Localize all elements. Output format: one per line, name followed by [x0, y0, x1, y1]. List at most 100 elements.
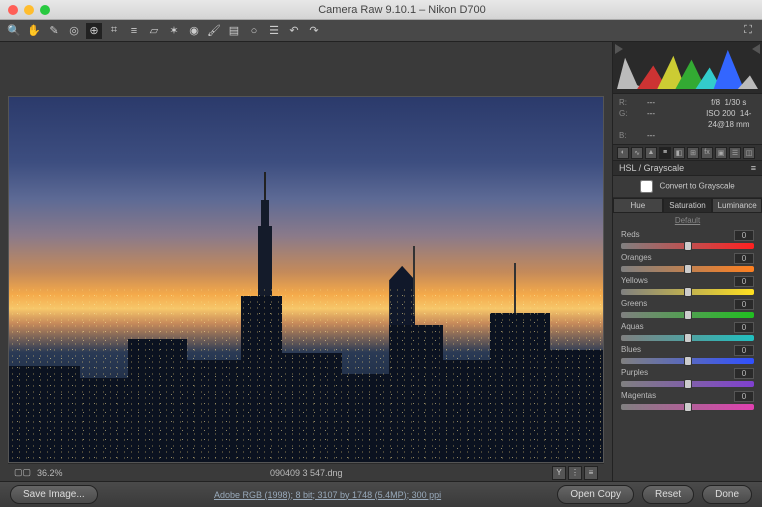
slider-track[interactable] — [621, 358, 754, 364]
zoom-window-button[interactable] — [40, 5, 50, 15]
side-panel: R: --- f/8 1/30 s G: --- ISO 200 14-24@1… — [612, 42, 762, 481]
filmstrip-toggle-icon[interactable]: ▢▢ — [14, 467, 31, 478]
default-link[interactable]: Default — [613, 213, 762, 228]
rotate-cw-icon[interactable]: ↷ — [306, 23, 322, 39]
detail-tab-icon[interactable]: ▲ — [645, 147, 657, 159]
spot-removal-tool-icon[interactable]: ✶ — [166, 23, 182, 39]
b-value: --- — [647, 130, 702, 141]
convert-grayscale-row[interactable]: Convert to Grayscale — [613, 176, 762, 198]
slider-thumb[interactable] — [684, 287, 692, 297]
lens-tab-icon[interactable]: ⊞ — [687, 147, 699, 159]
slider-thumb[interactable] — [684, 379, 692, 389]
shutter-value: 1/30 s — [725, 98, 747, 107]
zoom-level[interactable]: 36.2% — [37, 468, 63, 478]
panel-menu-icon[interactable]: ≡ — [751, 163, 756, 173]
histogram[interactable] — [613, 42, 762, 94]
slider-row-purples: Purples0 — [621, 368, 754, 387]
rating-button[interactable]: ⋮ — [568, 466, 582, 480]
slider-thumb[interactable] — [684, 356, 692, 366]
curve-tab-icon[interactable]: ∿ — [631, 147, 643, 159]
color-sampler-tool-icon[interactable]: ◎ — [66, 23, 82, 39]
slider-track[interactable] — [621, 243, 754, 249]
slider-value[interactable]: 0 — [734, 391, 754, 402]
slider-row-oranges: Oranges 0 — [621, 253, 754, 272]
open-copy-button[interactable]: Open Copy — [557, 485, 634, 504]
crop-tool-icon[interactable]: ⌗ — [106, 23, 122, 39]
saturation-tab[interactable]: Saturation — [663, 198, 713, 213]
basic-tab-icon[interactable]: ◐ — [617, 147, 629, 159]
radial-filter-tool-icon[interactable]: ○ — [246, 23, 262, 39]
slider-track[interactable] — [621, 266, 754, 272]
slider-track[interactable] — [621, 312, 754, 318]
slider-label: Greens — [621, 299, 647, 310]
luminance-tab[interactable]: Luminance — [712, 198, 762, 213]
convert-grayscale-checkbox[interactable] — [640, 180, 653, 193]
slider-thumb[interactable] — [684, 310, 692, 320]
slider-row-reds: Reds 0 — [621, 230, 754, 249]
slider-row-greens: Greens 0 — [621, 299, 754, 318]
image-preview[interactable] — [8, 96, 604, 463]
straighten-tool-icon[interactable]: ≡ — [126, 23, 142, 39]
slider-row-magentas: Magentas0 — [621, 391, 754, 410]
adjustment-brush-tool-icon[interactable]: 🖌 — [206, 23, 222, 39]
preferences-tool-icon[interactable]: ☰ — [266, 23, 282, 39]
slider-label: Reds — [621, 230, 640, 241]
panel-title: HSL / Grayscale — [619, 163, 684, 173]
slider-track[interactable] — [621, 335, 754, 341]
slider-value[interactable]: 0 — [734, 299, 754, 310]
slider-value[interactable]: 0 — [734, 253, 754, 264]
sliders-group: Reds0Oranges0Yellows0Greens0Aquas0Blues0… — [613, 228, 762, 416]
split-tab-icon[interactable]: ◧ — [673, 147, 685, 159]
hsl-tab-icon[interactable]: ≡ — [659, 147, 671, 159]
slider-value[interactable]: 0 — [734, 230, 754, 241]
shadow-clip-icon[interactable] — [615, 44, 625, 54]
white-balance-tool-icon[interactable]: ✎ — [46, 23, 62, 39]
slider-row-aquas: Aquas 0 — [621, 322, 754, 341]
red-eye-tool-icon[interactable]: ◉ — [186, 23, 202, 39]
rotate-ccw-icon[interactable]: ↶ — [286, 23, 302, 39]
filename-label: 090409 3 547.dng — [63, 468, 550, 478]
transform-tool-icon[interactable]: ▱ — [146, 23, 162, 39]
highlight-clip-icon[interactable] — [750, 44, 760, 54]
exif-readout: R: --- f/8 1/30 s G: --- ISO 200 14-24@1… — [613, 94, 762, 145]
workflow-options-link[interactable]: Adobe RGB (1998); 8 bit; 3107 by 1748 (5… — [98, 490, 558, 500]
toolbar: 🔍 ✋ ✎ ◎ ⊕ ⌗ ≡ ▱ ✶ ◉ 🖌 ▤ ○ ☰ ↶ ↷ ⛶ — [0, 20, 762, 42]
hand-tool-icon[interactable]: ✋ — [26, 23, 42, 39]
reset-button[interactable]: Reset — [642, 485, 694, 504]
settings-menu-button[interactable]: ≡ — [584, 466, 598, 480]
slider-value[interactable]: 0 — [734, 368, 754, 379]
slider-thumb[interactable] — [684, 241, 692, 251]
camera-tab-icon[interactable]: ▣ — [715, 147, 727, 159]
fx-tab-icon[interactable]: fx — [701, 147, 713, 159]
slider-track[interactable] — [621, 381, 754, 387]
slider-label: Aquas — [621, 322, 644, 333]
presets-tab-icon[interactable]: ☰ — [729, 147, 741, 159]
slider-row-yellows: Yellows0 — [621, 276, 754, 295]
status-bar: ▢▢ 36.2% 090409 3 547.dng Y ⋮ ≡ — [8, 463, 604, 481]
done-button[interactable]: Done — [702, 485, 752, 504]
fullscreen-toggle-icon[interactable]: ⛶ — [740, 23, 756, 39]
hue-tab[interactable]: Hue — [613, 198, 663, 213]
footer: Save Image... Adobe RGB (1998); 8 bit; 3… — [0, 481, 762, 507]
close-window-button[interactable] — [8, 5, 18, 15]
slider-track[interactable] — [621, 289, 754, 295]
preview-mode-button[interactable]: Y — [552, 466, 566, 480]
zoom-tool-icon[interactable]: 🔍 — [6, 23, 22, 39]
convert-grayscale-label: Convert to Grayscale — [660, 182, 735, 191]
window-title: Camera Raw 9.10.1 – Nikon D700 — [50, 4, 754, 16]
slider-value[interactable]: 0 — [734, 345, 754, 356]
slider-track[interactable] — [621, 404, 754, 410]
slider-thumb[interactable] — [684, 333, 692, 343]
snapshots-tab-icon[interactable]: ◫ — [743, 147, 755, 159]
slider-thumb[interactable] — [684, 402, 692, 412]
minimize-window-button[interactable] — [24, 5, 34, 15]
graduated-filter-tool-icon[interactable]: ▤ — [226, 23, 242, 39]
iso-value: ISO 200 — [706, 109, 735, 118]
slider-value[interactable]: 0 — [734, 322, 754, 333]
save-image-button[interactable]: Save Image... — [10, 485, 98, 504]
g-label: G: — [619, 108, 647, 130]
slider-thumb[interactable] — [684, 264, 692, 274]
slider-label: Oranges — [621, 253, 652, 264]
targeted-adjustment-tool-icon[interactable]: ⊕ — [86, 23, 102, 39]
slider-value[interactable]: 0 — [734, 276, 754, 287]
